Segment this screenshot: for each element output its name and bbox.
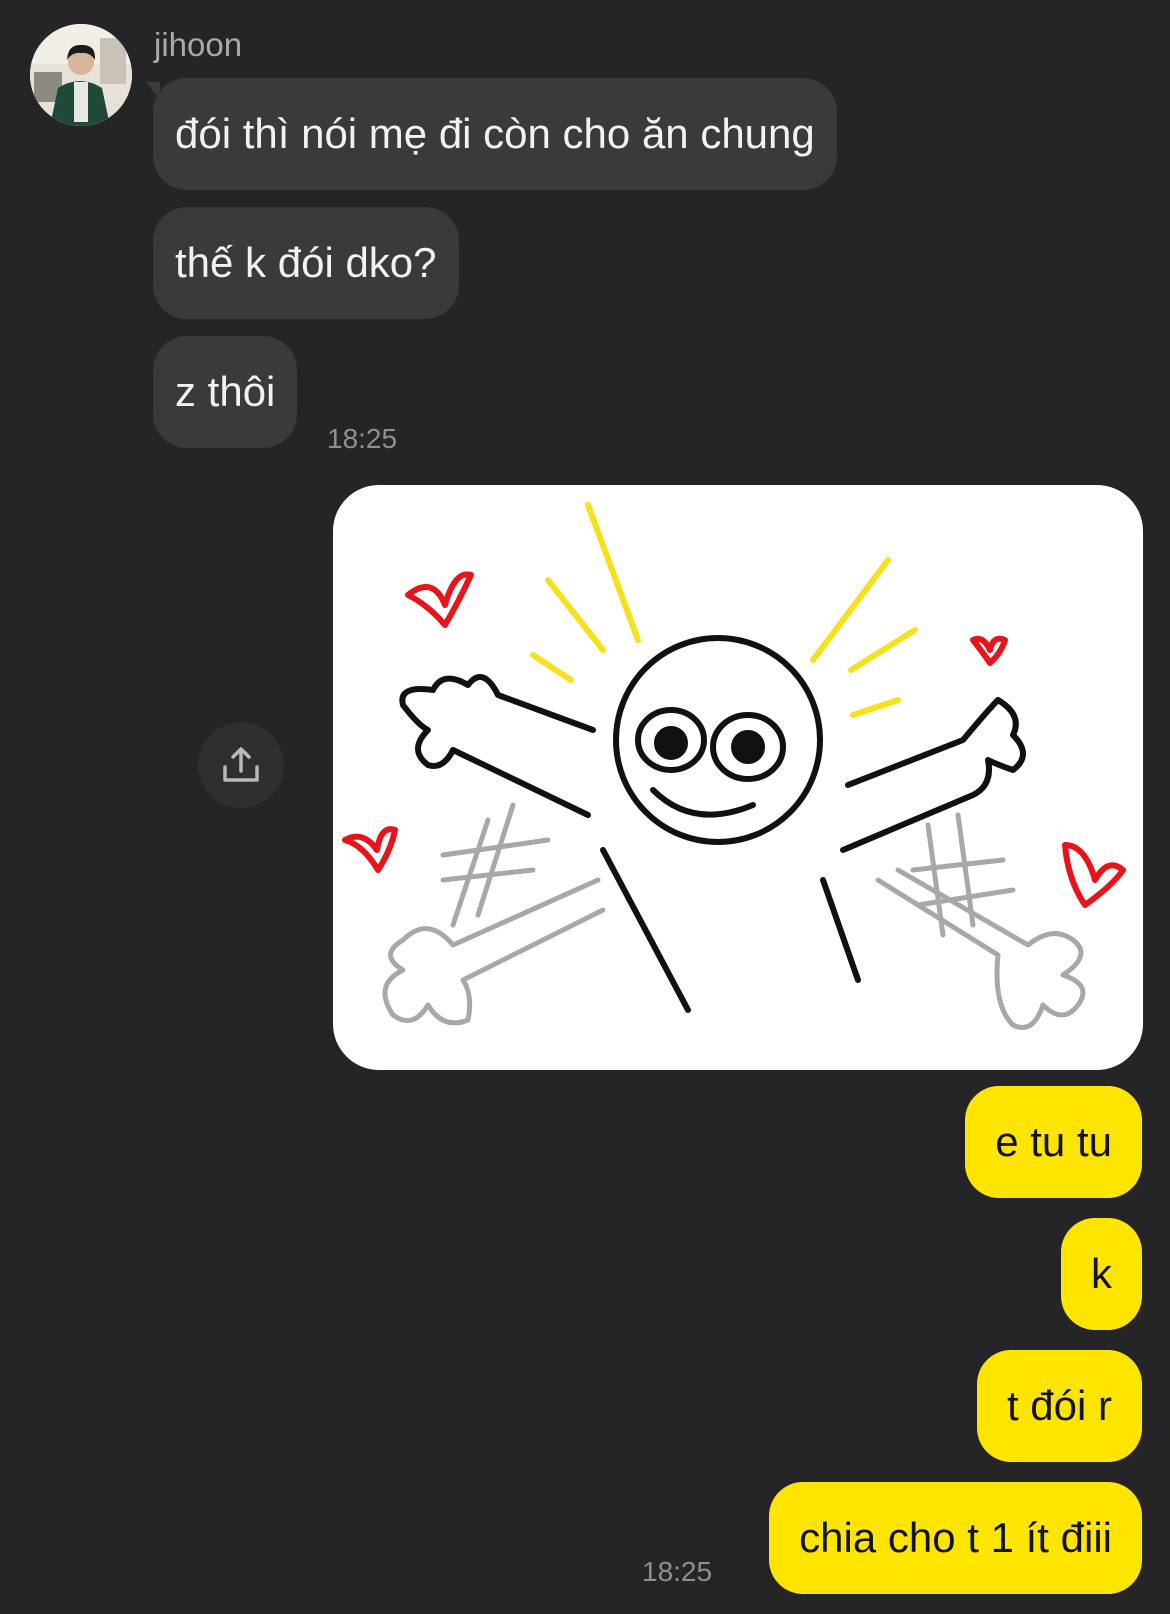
- outgoing-message[interactable]: chia cho t 1 ít điii: [769, 1482, 1142, 1594]
- incoming-message[interactable]: z thôi: [153, 336, 298, 448]
- sender-name: jihoon: [154, 26, 243, 63]
- sticker-message[interactable]: [333, 485, 1143, 1070]
- avatar[interactable]: [30, 24, 132, 126]
- incoming-message[interactable]: đói thì nói mẹ đi còn cho ăn chung: [153, 78, 837, 190]
- outgoing-timestamp: 18:25: [642, 1556, 713, 1587]
- outgoing-message[interactable]: e tu tu: [965, 1086, 1142, 1198]
- share-icon: [223, 747, 259, 782]
- share-button[interactable]: [198, 722, 284, 808]
- incoming-timestamp: 18:25: [327, 423, 398, 454]
- profile-photo: [30, 24, 132, 126]
- stick-figure-hug-sticker: [342, 502, 1126, 1030]
- incoming-message[interactable]: thế k đói dko?: [153, 207, 459, 319]
- outgoing-message[interactable]: t đói r: [976, 1350, 1142, 1462]
- outgoing-message[interactable]: k: [1061, 1218, 1142, 1330]
